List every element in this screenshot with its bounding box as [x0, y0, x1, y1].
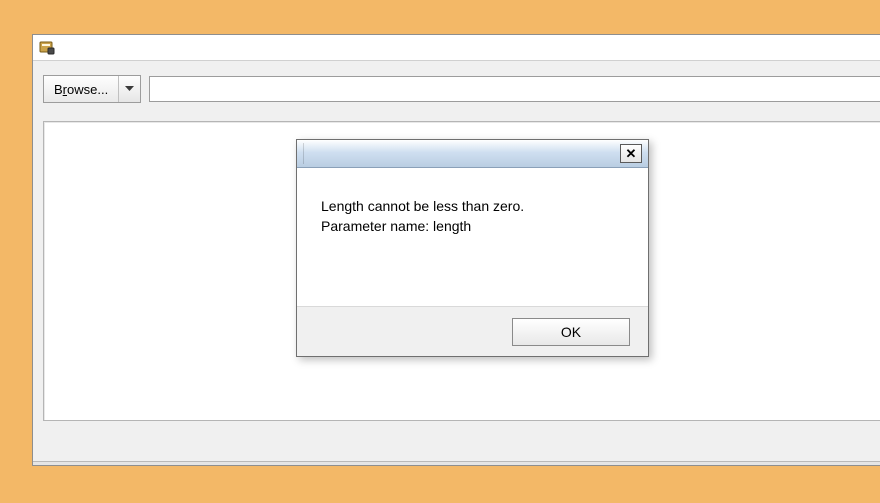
- dialog-titlebar: ✕: [297, 140, 648, 168]
- toolbar: Browse...: [33, 61, 880, 113]
- ok-button[interactable]: OK: [512, 318, 630, 346]
- error-dialog: ✕ Length cannot be less than zero. Param…: [296, 139, 649, 357]
- chevron-down-icon[interactable]: [118, 76, 140, 102]
- close-button[interactable]: ✕: [620, 144, 642, 163]
- titlebar: [33, 35, 880, 61]
- app-icon: [39, 40, 55, 56]
- dialog-button-row: OK: [297, 306, 648, 356]
- dialog-message-line1: Length cannot be less than zero.: [321, 196, 628, 216]
- statusbar-divider: [33, 461, 880, 465]
- dialog-message-line2: Parameter name: length: [321, 216, 628, 236]
- browse-dropdown[interactable]: Browse...: [43, 75, 141, 103]
- path-input[interactable]: [149, 76, 880, 102]
- browse-label: Browse...: [44, 76, 118, 102]
- dialog-body: Length cannot be less than zero. Paramet…: [297, 168, 648, 306]
- close-icon: ✕: [626, 147, 637, 160]
